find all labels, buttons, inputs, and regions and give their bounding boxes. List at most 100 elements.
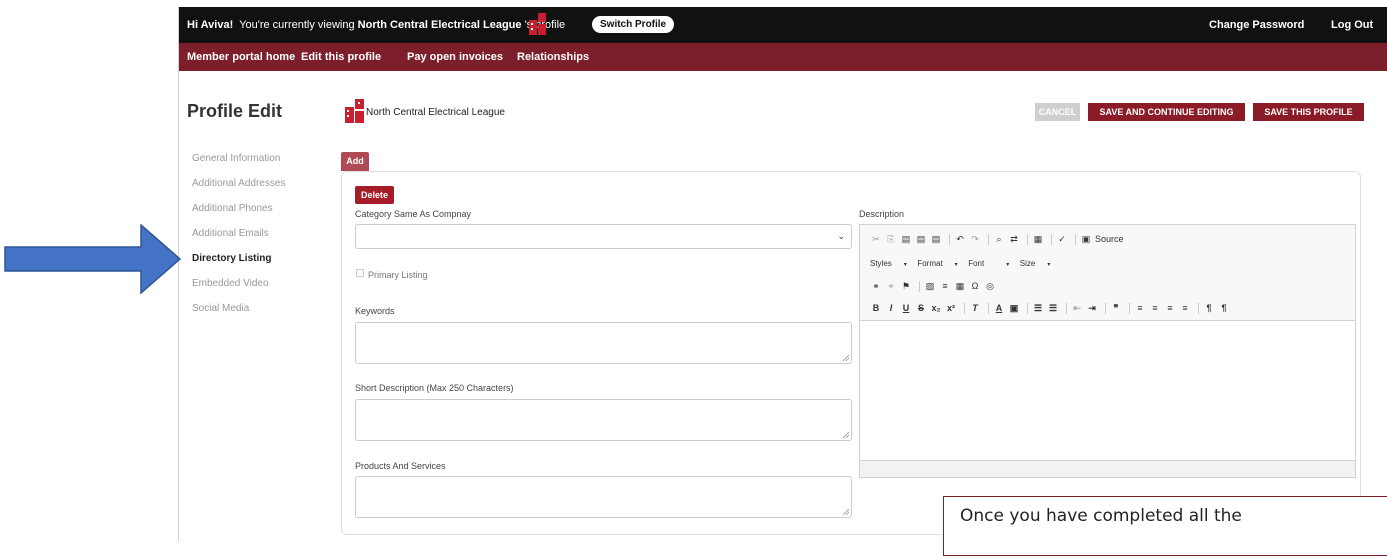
editor-toolbar: ✂ ⎘ ▤ ▤ ▤ ↶ ↷ ⌕ ⇄ ▦ ✓ ▣ Source Styles ▾ Format ▾ Font ▾… <box>860 225 1355 321</box>
sidebar-item-additional-emails[interactable]: Additional Emails <box>192 228 285 253</box>
editor-toolbar-row-3: ⚭ ⚭ ⚑ ▨ ≡ ▦ Ω ◎ <box>870 281 999 293</box>
remove-format-icon[interactable]: T <box>969 303 981 313</box>
text-color-icon[interactable]: A <box>993 303 1005 313</box>
link-icon[interactable]: ⚭ <box>870 281 882 292</box>
italic-icon[interactable]: I <box>885 303 897 313</box>
source-label[interactable]: Source <box>1095 234 1124 244</box>
bulleted-list-icon[interactable]: ☰ <box>1047 303 1059 314</box>
align-right-icon[interactable]: ≡ <box>1164 303 1176 313</box>
indent-icon[interactable]: ⇥ <box>1086 303 1098 314</box>
iframe-icon[interactable]: ◎ <box>984 281 996 292</box>
primary-listing-checkbox[interactable] <box>356 269 364 277</box>
cancel-button[interactable]: CANCEL <box>1035 103 1080 121</box>
size-dropdown[interactable]: Size ▾ <box>1020 259 1051 268</box>
save-and-continue-button[interactable]: SAVE AND CONTINUE EDITING <box>1088 103 1245 121</box>
description-rich-text-editor[interactable]: ✂ ⎘ ▤ ▤ ▤ ↶ ↷ ⌕ ⇄ ▦ ✓ ▣ Source Styles ▾ Format ▾ Font ▾… <box>859 224 1356 478</box>
instruction-callout: Once you have completed all the <box>943 496 1387 556</box>
rtl-icon[interactable]: ¶ <box>1218 303 1230 313</box>
pointer-arrow-graphic <box>4 224 182 294</box>
main-nav: Member portal home Edit this profile Pay… <box>179 43 1387 71</box>
paste-icon[interactable]: ▤ <box>900 234 912 245</box>
special-character-icon[interactable]: Ω <box>969 281 981 291</box>
save-profile-button[interactable]: SAVE THIS PROFILE <box>1253 103 1364 121</box>
sidebar-item-additional-addresses[interactable]: Additional Addresses <box>192 178 285 203</box>
unlink-icon[interactable]: ⚭ <box>885 281 897 292</box>
org-logo-small <box>529 13 546 35</box>
bold-icon[interactable]: B <box>870 303 882 313</box>
horizontal-rule-icon[interactable]: ≡ <box>939 281 951 291</box>
find-icon[interactable]: ⌕ <box>993 234 1005 245</box>
nav-edit-profile[interactable]: Edit this profile <box>301 51 381 63</box>
description-label: Description <box>859 209 905 219</box>
cut-icon[interactable]: ✂ <box>870 234 882 245</box>
log-out-link[interactable]: Log Out <box>1331 19 1373 31</box>
switch-profile-button[interactable]: Switch Profile <box>592 16 675 33</box>
sidebar-item-social-media[interactable]: Social Media <box>192 303 285 328</box>
paste-text-icon[interactable]: ▤ <box>915 234 927 245</box>
chevron-down-icon: ▾ <box>1047 262 1051 268</box>
background-color-icon[interactable]: ▣ <box>1008 303 1020 314</box>
underline-icon[interactable]: U <box>900 303 912 313</box>
profile-sections-nav: General Information Additional Addresses… <box>192 153 285 328</box>
sidebar-item-directory-listing[interactable]: Directory Listing <box>192 253 285 278</box>
greeting: Hi Aviva! You're currently viewing North… <box>187 19 565 31</box>
greeting-text: You're currently viewing <box>239 19 355 31</box>
short-description-label: Short Description (Max 250 Characters) <box>355 383 514 393</box>
short-description-textarea[interactable] <box>355 399 852 441</box>
page-title: Profile Edit <box>187 101 283 121</box>
spellcheck-icon[interactable]: ✓ <box>1056 234 1068 245</box>
editor-toolbar-row-4: B I U Sx₂ x² T A ▣ ☰ ☰ ⇤ ⇥ ❞ ≡ ≡ ≡ ≡ ¶ ¶ <box>870 303 1233 315</box>
greeting-org-name: North Central Electrical League <box>357 19 522 31</box>
nav-pay-invoices[interactable]: Pay open invoices <box>407 51 503 63</box>
nav-member-portal-home[interactable]: Member portal home <box>187 51 295 63</box>
products-services-textarea[interactable] <box>355 476 852 518</box>
anchor-flag-icon[interactable]: ⚑ <box>900 281 912 292</box>
keywords-textarea[interactable] <box>355 322 852 364</box>
replace-icon[interactable]: ⇄ <box>1008 234 1020 245</box>
delete-listing-button[interactable]: Delete <box>355 186 394 204</box>
align-center-icon[interactable]: ≡ <box>1149 303 1161 313</box>
add-listing-button[interactable]: Add <box>341 152 369 171</box>
size-dropdown-label: Size <box>1019 259 1036 268</box>
org-name: North Central Electrical League <box>366 107 505 118</box>
source-icon[interactable]: ▣ <box>1080 234 1092 245</box>
editor-toolbar-row-2: Styles ▾ Format ▾ Font ▾ Size ▾ <box>870 258 1058 268</box>
editor-toolbar-row-1: ✂ ⎘ ▤ ▤ ▤ ↶ ↷ ⌕ ⇄ ▦ ✓ ▣ Source <box>870 234 1124 246</box>
undo-icon[interactable]: ↶ <box>954 234 966 245</box>
chevron-down-icon: ⌄ <box>837 231 845 241</box>
redo-icon[interactable]: ↷ <box>969 234 981 245</box>
chevron-down-icon: ▾ <box>903 262 907 268</box>
format-dropdown[interactable]: Format ▾ <box>917 259 957 268</box>
chevron-down-icon: ▾ <box>1006 262 1010 268</box>
chevron-down-icon: ▾ <box>954 262 958 268</box>
sidebar-item-embedded-video[interactable]: Embedded Video <box>192 278 285 303</box>
justify-icon[interactable]: ≡ <box>1179 303 1191 313</box>
image-icon[interactable]: ▨ <box>924 281 936 292</box>
top-bar: Hi Aviva! You're currently viewing North… <box>179 7 1387 43</box>
select-all-icon[interactable]: ▦ <box>1032 234 1044 245</box>
align-left-icon[interactable]: ≡ <box>1134 303 1146 313</box>
sidebar-item-additional-phones[interactable]: Additional Phones <box>192 203 285 228</box>
paste-word-icon[interactable]: ▤ <box>930 234 942 245</box>
outdent-icon[interactable]: ⇤ <box>1071 303 1083 314</box>
superscript-icon[interactable]: x² <box>945 303 957 313</box>
sidebar-item-general-information[interactable]: General Information <box>192 153 285 178</box>
styles-dropdown[interactable]: Styles ▾ <box>870 259 907 268</box>
blockquote-icon[interactable]: ❞ <box>1110 303 1122 314</box>
font-dropdown-label: Font <box>968 259 985 268</box>
portal-frame: Hi Aviva! You're currently viewing North… <box>178 7 1387 541</box>
font-dropdown[interactable]: Font ▾ <box>968 259 1009 268</box>
copy-icon[interactable]: ⎘ <box>885 234 897 245</box>
editor-status-bar <box>860 460 1355 477</box>
org-logo <box>345 99 364 123</box>
nav-relationships[interactable]: Relationships <box>517 51 589 63</box>
change-password-link[interactable]: Change Password <box>1209 19 1304 31</box>
category-select[interactable]: ⌄ <box>355 224 852 249</box>
subscript-icon[interactable]: x₂ <box>930 303 942 313</box>
numbered-list-icon[interactable]: ☰ <box>1032 303 1044 314</box>
table-icon[interactable]: ▦ <box>954 281 966 292</box>
styles-dropdown-label: Styles <box>870 259 892 268</box>
ltr-icon[interactable]: ¶ <box>1203 303 1215 313</box>
strikethrough-icon[interactable]: S <box>915 303 927 313</box>
greeting-name: Hi Aviva! <box>187 19 234 31</box>
